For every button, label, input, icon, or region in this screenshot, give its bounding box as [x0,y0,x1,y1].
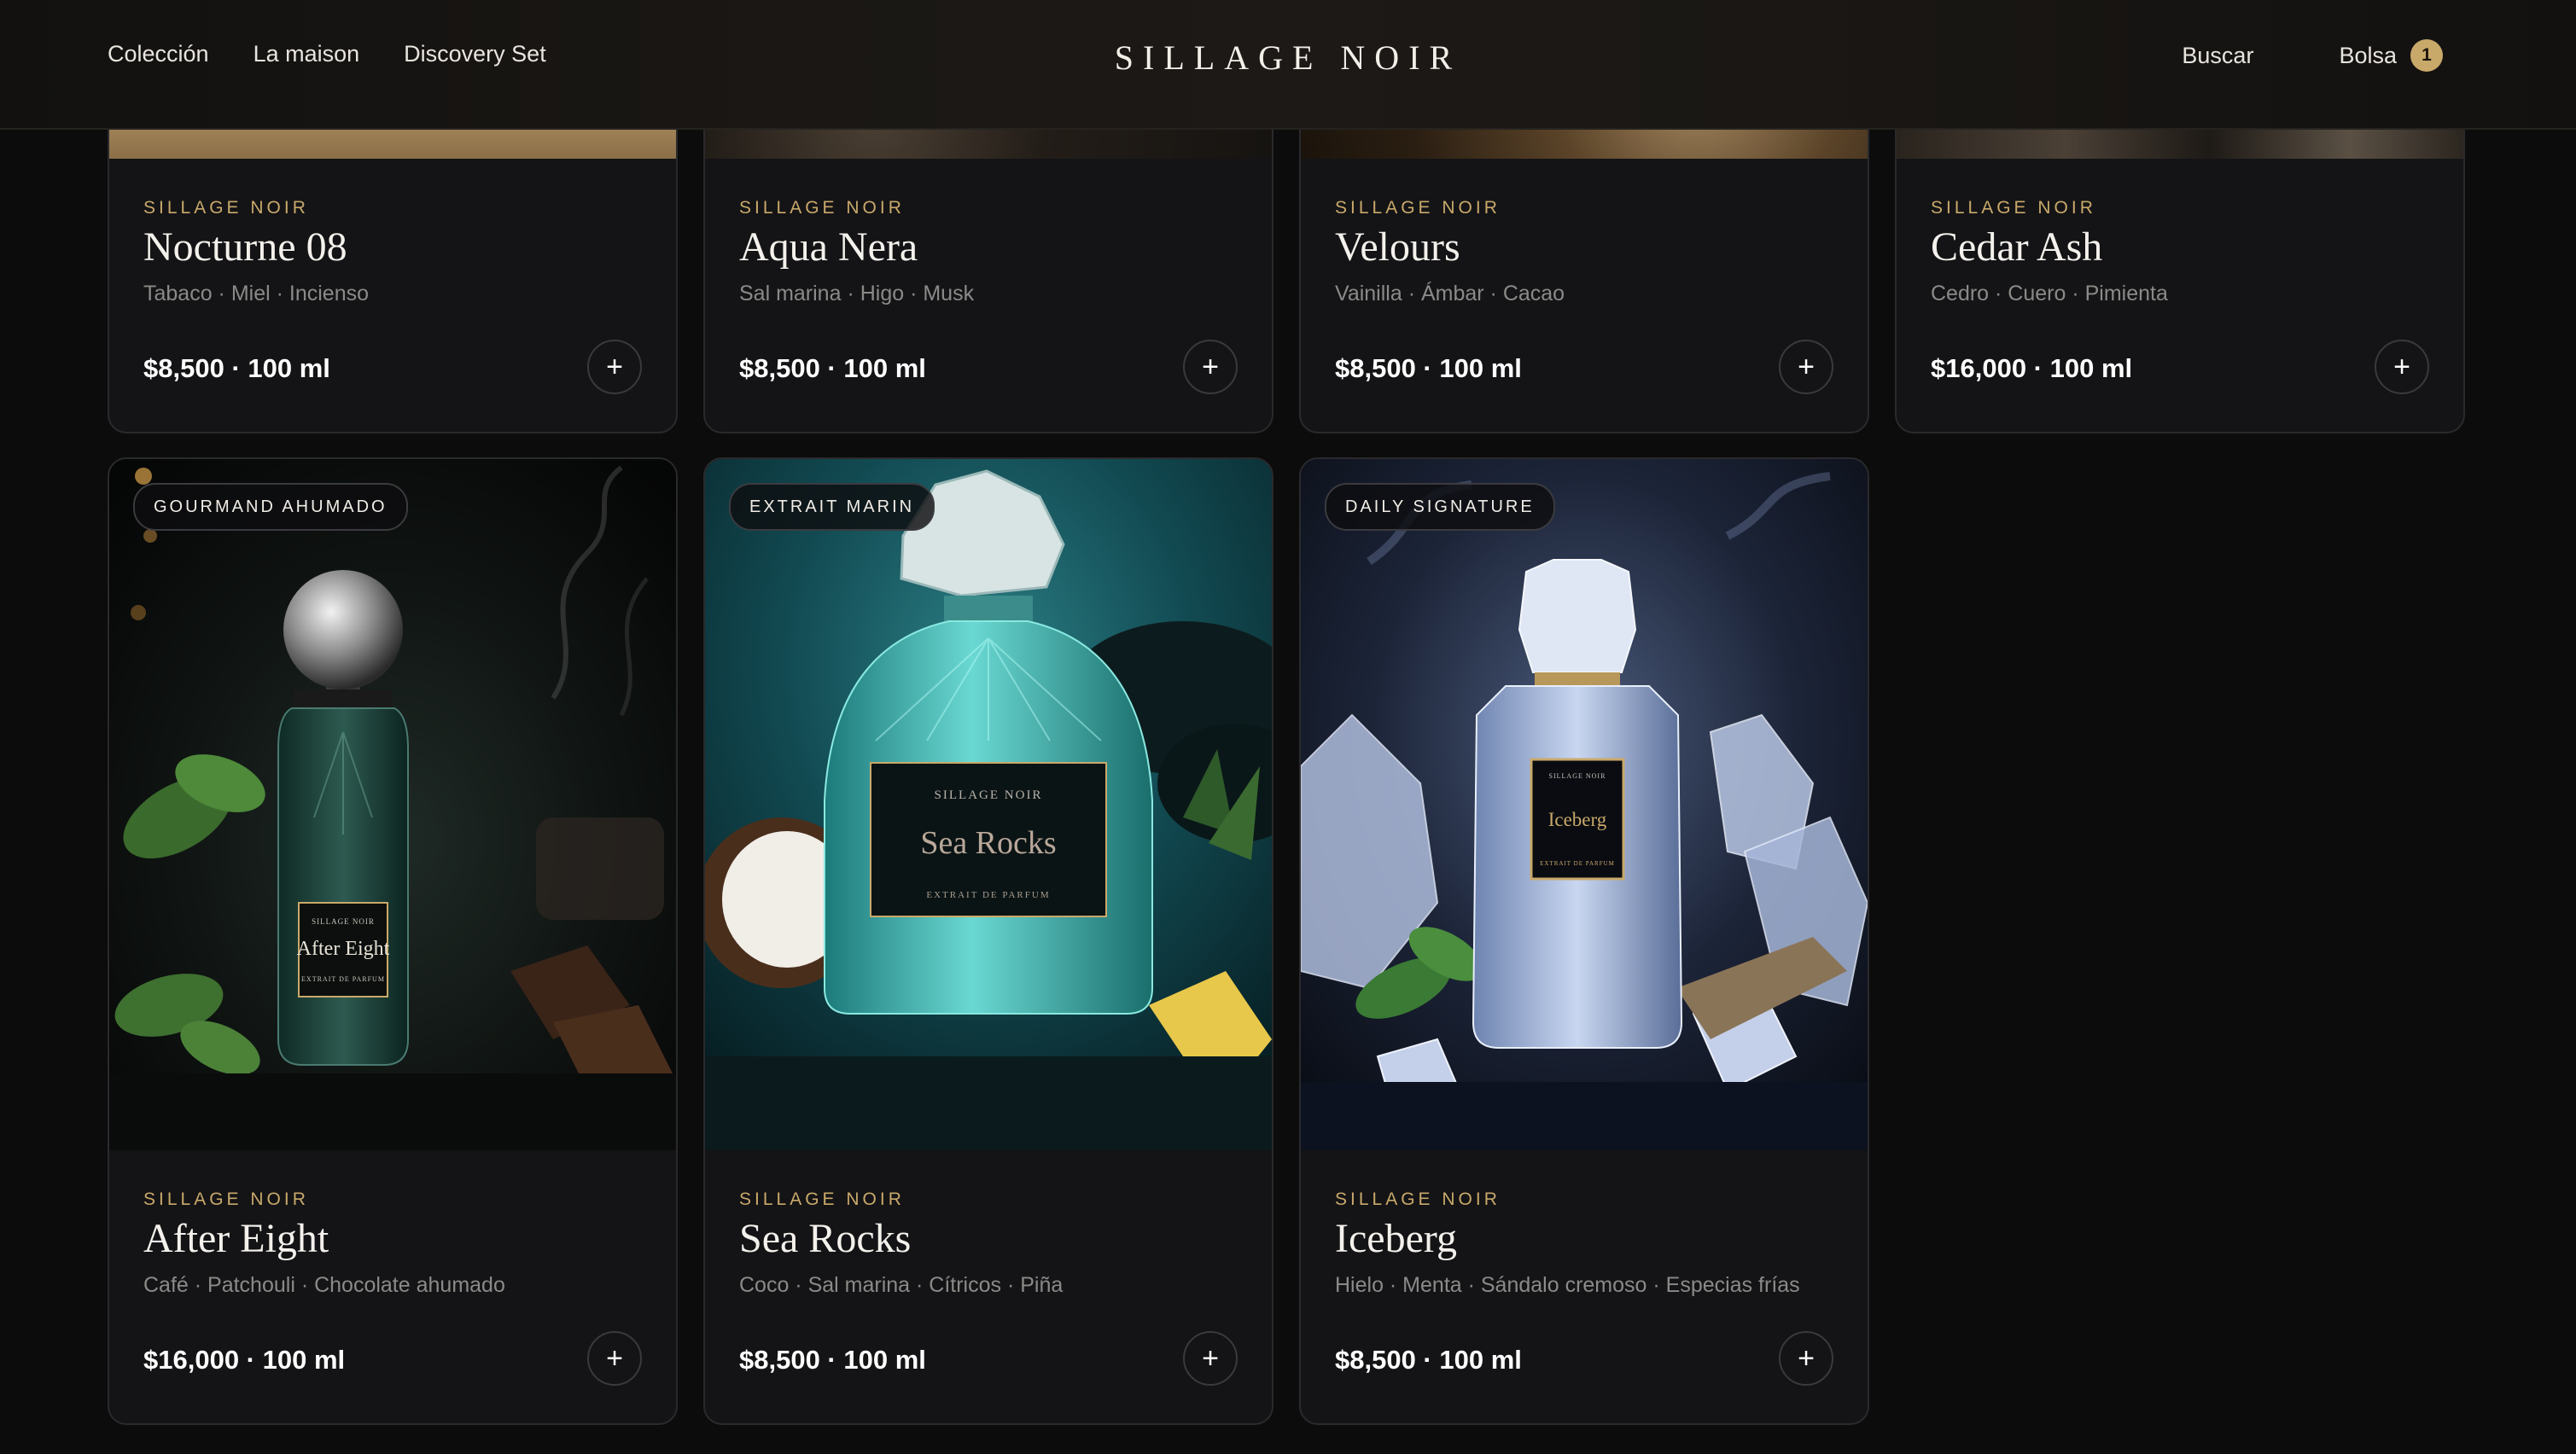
add-to-bag-button[interactable]: + [587,340,642,394]
plus-icon: + [2393,350,2410,383]
product-notes: Coco · Sal marina · Cítricos · Piña [739,1273,1064,1297]
bottle-name-text: Iceberg [1548,809,1607,830]
product-brand: SILLAGE NOIR [739,1189,905,1209]
utility-nav: Buscar Bolsa 1 [2182,39,2443,72]
plus-icon: + [606,350,623,383]
site-header: Colección La maison Discovery Set SILLAG… [0,0,2576,130]
plus-icon: + [1798,350,1815,383]
product-brand: SILLAGE NOIR [1335,1189,1501,1209]
add-to-bag-button[interactable]: + [2375,340,2429,394]
product-tag: EXTRAIT MARIN [729,483,935,531]
bottle-name-text: After Eight [297,938,390,960]
product-notes: Cedro · Cuero · Pimienta [1931,282,2168,305]
product-image: SILLAGE NOIR After Eight EXTRAIT DE PARF… [109,459,676,1150]
bottle-sub-text: EXTRAIT DE PARFUM [1540,860,1615,867]
product-price: $8,500 · 100 ml [1335,353,1522,383]
product-notes: Hielo · Menta · Sándalo cremoso · Especi… [1335,1273,1800,1297]
product-name: Nocturne 08 [143,224,347,270]
product-price: $8,500 · 100 ml [143,353,330,383]
product-brand: SILLAGE NOIR [143,198,309,218]
plus-icon: + [1202,1341,1219,1375]
product-notes: Tabaco · Miel · Incienso [143,282,370,305]
add-to-bag-button[interactable]: + [587,1331,642,1386]
product-notes: Café · Patchouli · Chocolate ahumado [143,1273,505,1297]
product-price: $8,500 · 100 ml [739,353,926,383]
product-card-sea-rocks[interactable]: EXTRAIT MARIN SILLAGE NOIR Sea Rocks EXT… [703,457,1273,1425]
product-image: SILLAGE NOIR Iceberg EXTRAIT DE PARFUM [1301,459,1868,1150]
product-name: Cedar Ash [1931,224,2103,270]
bottle-brand-text: SILLAGE NOIR [935,788,1043,802]
add-to-bag-button[interactable]: + [1779,1331,1833,1386]
search-link[interactable]: Buscar [2182,43,2253,69]
product-price: $8,500 · 100 ml [1335,1345,1522,1375]
product-brand: SILLAGE NOIR [1931,198,2096,218]
add-to-bag-button[interactable]: + [1183,340,1238,394]
product-name: Velours [1335,224,1460,270]
product-notes: Vainilla · Ámbar · Cacao [1335,282,1565,305]
product-image: SILLAGE NOIR Sea Rocks EXTRAIT DE PARFUM [705,459,1272,1150]
product-brand: SILLAGE NOIR [143,1189,309,1209]
bag-label: Bolsa [2339,42,2397,68]
product-price: $16,000 · 100 ml [143,1345,346,1375]
product-card-iceberg[interactable]: DAILY SIGNATURE SILLAGE NOIR Iceberg EXT… [1299,457,1869,1425]
bottle-name-text: Sea Rocks [920,825,1056,861]
product-notes: Sal marina · Higo · Musk [739,282,975,305]
product-price: $8,500 · 100 ml [739,1345,926,1375]
add-to-bag-button[interactable]: + [1183,1331,1238,1386]
add-to-bag-button[interactable]: + [1779,340,1833,394]
product-tag: DAILY SIGNATURE [1325,483,1555,531]
bottle-sub-text: EXTRAIT DE PARFUM [926,890,1050,900]
bottle-brand-text: SILLAGE NOIR [312,917,375,926]
bag-button[interactable]: Bolsa 1 [2339,39,2443,72]
product-name: Iceberg [1335,1216,1458,1261]
bottle-sub-text: EXTRAIT DE PARFUM [301,975,385,983]
product-name: Aqua Nera [739,224,918,270]
product-name: After Eight [143,1216,329,1261]
bag-count-badge: 1 [2410,39,2443,72]
product-brand: SILLAGE NOIR [1335,198,1501,218]
product-card-after-eight[interactable]: GOURMAND AHUMADO SILLAGE NOIR After Eigh… [108,457,678,1425]
plus-icon: + [606,1341,623,1375]
product-price: $16,000 · 100 ml [1931,353,2133,383]
plus-icon: + [1202,350,1219,383]
product-brand: SILLAGE NOIR [739,198,905,218]
product-name: Sea Rocks [739,1216,912,1261]
plus-icon: + [1798,1341,1815,1375]
bottle-brand-text: SILLAGE NOIR [1549,772,1606,780]
product-tag: GOURMAND AHUMADO [133,483,408,531]
